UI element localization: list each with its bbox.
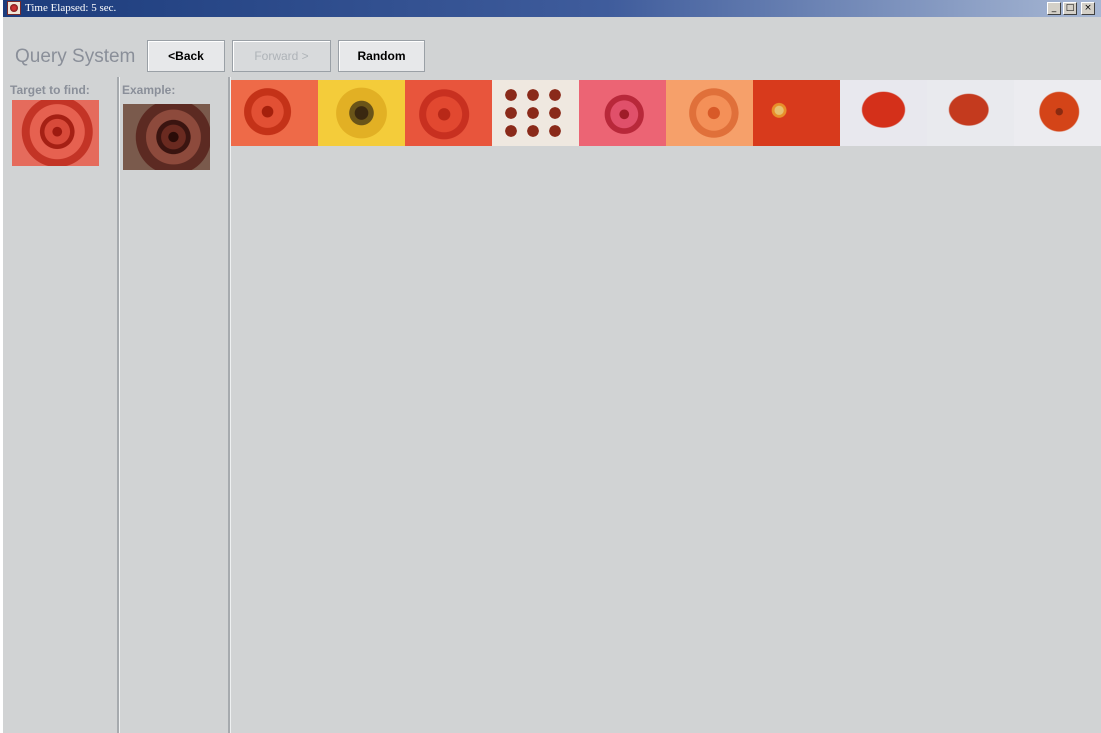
example-label: Example: — [122, 83, 176, 97]
example-image[interactable] — [123, 104, 210, 170]
title-bar[interactable]: Time Elapsed: 5 sec. _ □ × — [3, 0, 1101, 17]
panel-divider — [117, 77, 120, 733]
result-image[interactable] — [840, 80, 927, 146]
result-image[interactable] — [405, 80, 492, 146]
maximize-icon[interactable]: □ — [1063, 2, 1077, 15]
random-button[interactable]: Random — [338, 40, 425, 72]
back-button[interactable]: <Back — [147, 40, 225, 72]
java-cup-icon — [7, 1, 21, 15]
window-title: Time Elapsed: 5 sec. — [25, 2, 117, 14]
result-image[interactable] — [927, 80, 1014, 146]
result-image[interactable] — [1014, 80, 1101, 146]
result-image[interactable] — [666, 80, 753, 146]
panel-divider — [228, 77, 231, 733]
minimize-icon[interactable]: _ — [1047, 2, 1061, 15]
app-title: Query System — [15, 46, 136, 67]
result-image[interactable] — [753, 80, 840, 146]
close-icon[interactable]: × — [1081, 2, 1095, 15]
result-image[interactable] — [492, 80, 579, 146]
target-image — [12, 100, 99, 166]
result-image[interactable] — [318, 80, 405, 146]
result-image[interactable] — [231, 80, 318, 146]
results-strip — [231, 80, 1101, 146]
result-image[interactable] — [579, 80, 666, 146]
target-label: Target to find: — [10, 83, 90, 97]
app-window: Time Elapsed: 5 sec. _ □ × Query System … — [3, 0, 1101, 733]
forward-button[interactable]: Forward > — [232, 40, 331, 72]
